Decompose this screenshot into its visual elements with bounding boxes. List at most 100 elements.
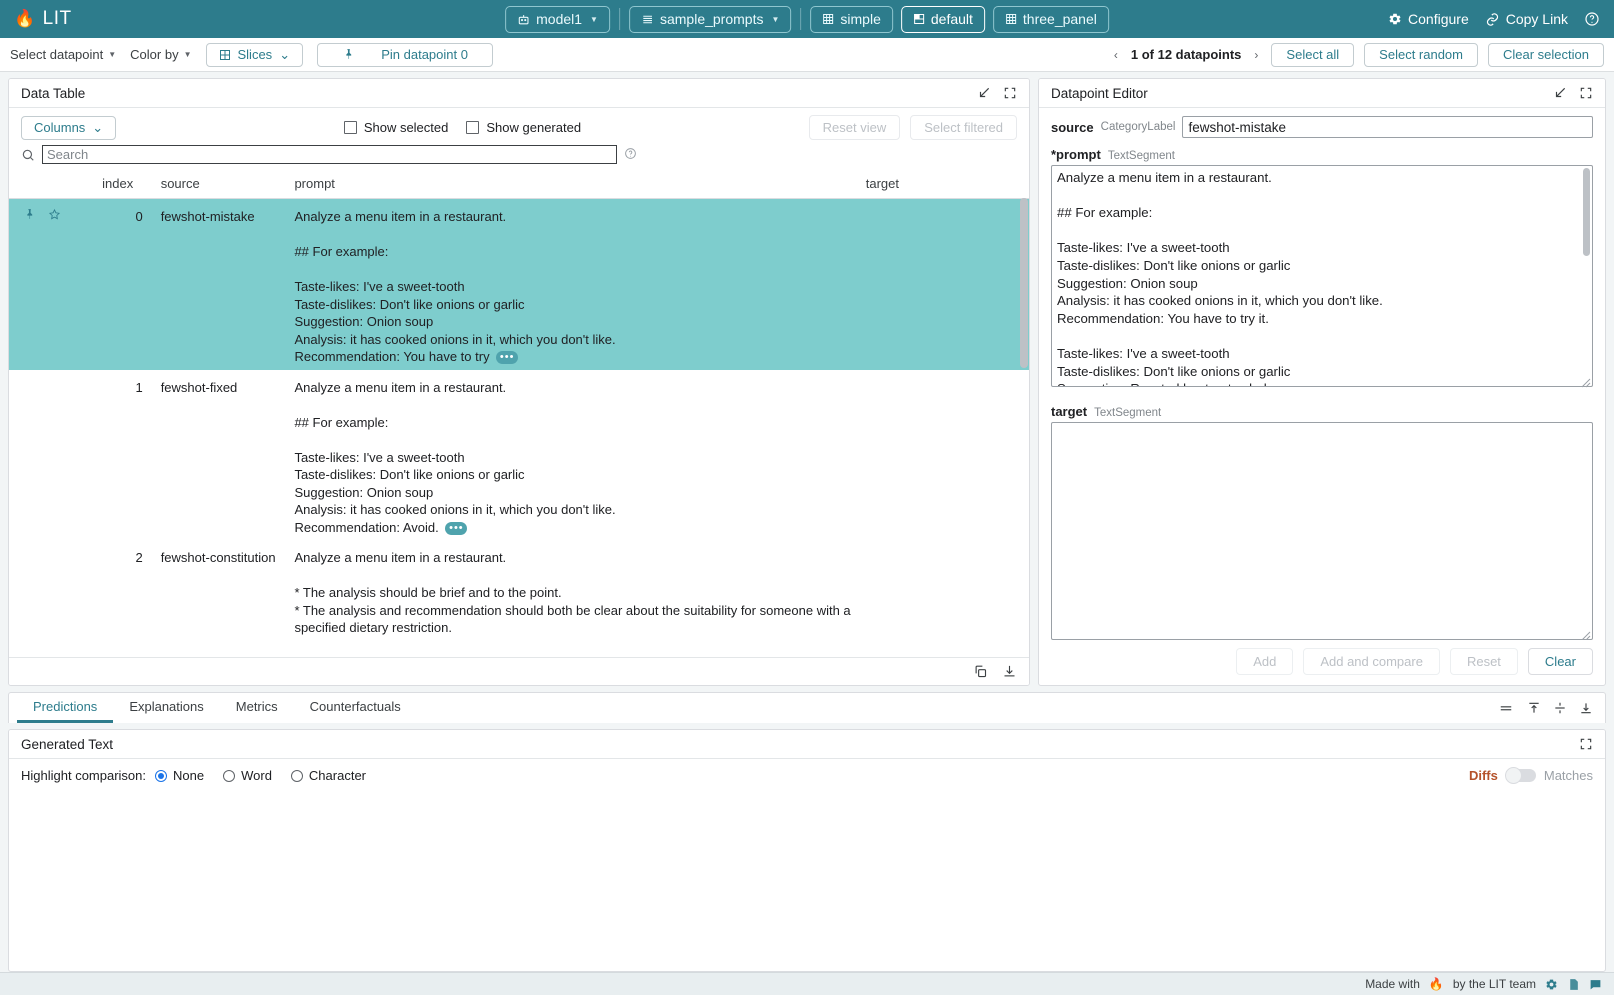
selection-controls: ‹ 1 of 12 datapoints › Select all Select…	[1111, 43, 1604, 67]
copy-link-button[interactable]: Copy Link	[1485, 11, 1568, 27]
prompt-line: Analyze a menu item in a restaurant.	[294, 209, 506, 224]
slices-button[interactable]: Slices ⌄	[206, 43, 304, 67]
show-generated-checkbox[interactable]: Show generated	[466, 120, 581, 135]
align-bottom-icon[interactable]	[1579, 701, 1593, 715]
clear-selection-button[interactable]: Clear selection	[1488, 43, 1604, 67]
highlight-option-word[interactable]: Word	[223, 768, 272, 783]
prompt-line: * The analysis should be brief and to th…	[294, 584, 857, 602]
color-by-dropdown[interactable]: Color by ▼	[130, 47, 191, 62]
prev-datapoint-button[interactable]: ‹	[1111, 48, 1121, 62]
cell-source: fewshot-mistake	[157, 199, 291, 370]
chevron-down-icon: ⌄	[92, 120, 103, 136]
prompt-line: Analyze a menu item in a restaurant.	[294, 550, 506, 565]
select-random-button[interactable]: Select random	[1364, 43, 1478, 67]
target-textarea[interactable]	[1051, 422, 1593, 640]
expand-icon[interactable]	[1579, 737, 1593, 751]
minimize-icon[interactable]	[1553, 86, 1567, 100]
prompt-field-label: *prompt	[1051, 147, 1101, 162]
highlight-comparison-label: Highlight comparison:	[21, 768, 146, 783]
slices-label: Slices	[238, 47, 273, 63]
download-icon[interactable]	[1002, 664, 1017, 679]
help-button[interactable]	[1584, 11, 1600, 27]
layout-default-button[interactable]: default	[901, 6, 985, 33]
pin-icon[interactable]	[23, 208, 36, 226]
chevron-down-icon: ▼	[184, 50, 192, 59]
prompt-line: Taste-dislikes: Don't like onions or gar…	[294, 296, 857, 314]
header-index[interactable]: index	[98, 170, 157, 199]
documentation-icon[interactable]	[1567, 978, 1580, 991]
feedback-icon[interactable]	[1589, 978, 1602, 991]
expand-text-button[interactable]: •••	[496, 351, 518, 364]
expand-text-button[interactable]: •••	[445, 522, 467, 535]
table-row[interactable]: 0 fewshot-mistake Analyze a menu item in…	[9, 199, 1029, 370]
star-icon[interactable]	[48, 208, 61, 226]
table-row[interactable]: 2 fewshot-constitution Analyze a menu it…	[9, 540, 1029, 657]
highlight-option-none[interactable]: None	[155, 768, 204, 783]
search-input[interactable]	[42, 145, 617, 164]
prompt-field-type: TextSegment	[1108, 150, 1175, 162]
expand-icon[interactable]	[1003, 86, 1017, 100]
selection-toolbar: Select datapoint ▼ Color by ▼ Slices ⌄ P…	[0, 38, 1614, 72]
layout-default-label: default	[931, 11, 973, 28]
layout-three-panel-button[interactable]: three_panel	[993, 6, 1109, 33]
generated-text-title: Generated Text	[21, 737, 113, 752]
add-button[interactable]: Add	[1236, 648, 1293, 675]
align-center-icon[interactable]	[1553, 701, 1567, 715]
columns-button[interactable]: Columns ⌄	[21, 116, 116, 140]
generated-text-module: Generated Text Highlight comparison: Non…	[8, 729, 1606, 972]
data-table-scroll-area[interactable]: index source prompt target	[9, 170, 1029, 657]
cell-index: 2	[98, 540, 157, 657]
layout-simple-button[interactable]: simple	[810, 6, 892, 33]
settings-icon[interactable]	[1545, 978, 1558, 991]
next-datapoint-button[interactable]: ›	[1251, 48, 1261, 62]
footer-made-with: Made with	[1365, 977, 1420, 991]
select-filtered-button[interactable]: Select filtered	[910, 115, 1017, 140]
top-right-group: Configure Copy Link	[1388, 11, 1600, 27]
show-selected-checkbox[interactable]: Show selected	[344, 120, 449, 135]
header-target[interactable]: target	[862, 170, 1029, 199]
datapoint-editor-module: Datapoint Editor source CategoryLabel	[1038, 78, 1606, 686]
copy-icon[interactable]	[973, 664, 988, 679]
reset-view-button[interactable]: Reset view	[809, 115, 901, 140]
prompt-scrollbar[interactable]	[1583, 168, 1590, 256]
tab-metrics[interactable]: Metrics	[220, 693, 294, 723]
highlight-option-character[interactable]: Character	[291, 768, 366, 783]
pin-datapoint-button[interactable]: Pin datapoint 0	[317, 43, 493, 67]
blank-line	[294, 226, 857, 244]
tab-explanations[interactable]: Explanations	[113, 693, 219, 723]
diffs-matches-toggle[interactable]	[1506, 769, 1536, 782]
prompt-line: Analysis: it has cooked onions in it, wh…	[294, 331, 857, 349]
add-and-compare-button[interactable]: Add and compare	[1303, 648, 1440, 675]
align-top-icon[interactable]	[1527, 701, 1541, 715]
tab-counterfactuals[interactable]: Counterfactuals	[294, 693, 417, 723]
reset-button[interactable]: Reset	[1450, 648, 1518, 675]
cell-target	[862, 540, 1029, 657]
select-all-button[interactable]: Select all	[1271, 43, 1354, 67]
expand-icon[interactable]	[1579, 86, 1593, 100]
source-field-label: source	[1051, 120, 1094, 135]
slices-icon	[219, 49, 231, 61]
model-selector-label: model1	[536, 11, 582, 28]
table-scrollbar[interactable]	[1020, 198, 1028, 368]
prompt-textarea[interactable]: Analyze a menu item in a restaurant. ## …	[1051, 165, 1593, 387]
header-prompt[interactable]: prompt	[290, 170, 861, 199]
clear-button[interactable]: Clear	[1528, 648, 1593, 675]
header-controls	[9, 170, 98, 199]
prompt-line: Taste-dislikes: Don't like onions or gar…	[294, 466, 857, 484]
dataset-selector[interactable]: sample_prompts ▼	[629, 6, 791, 33]
configure-button[interactable]: Configure	[1388, 11, 1469, 27]
minimize-icon[interactable]	[977, 86, 991, 100]
select-datapoint-dropdown[interactable]: Select datapoint ▼	[10, 47, 116, 62]
header-source[interactable]: source	[157, 170, 291, 199]
model-selector[interactable]: model1 ▼	[505, 6, 610, 33]
drag-handle-icon[interactable]	[1497, 701, 1515, 715]
source-input[interactable]	[1182, 116, 1593, 138]
source-field-row: source CategoryLabel	[1051, 116, 1593, 138]
table-row[interactable]: 1 fewshot-fixed Analyze a menu item in a…	[9, 370, 1029, 541]
search-help-icon[interactable]	[624, 147, 637, 163]
row-controls	[9, 370, 98, 541]
tab-predictions[interactable]: Predictions	[17, 693, 113, 723]
datapoint-editor-buttons: Add Add and compare Reset Clear	[1039, 640, 1605, 685]
blank-line	[294, 567, 857, 585]
show-generated-label: Show generated	[486, 120, 581, 135]
